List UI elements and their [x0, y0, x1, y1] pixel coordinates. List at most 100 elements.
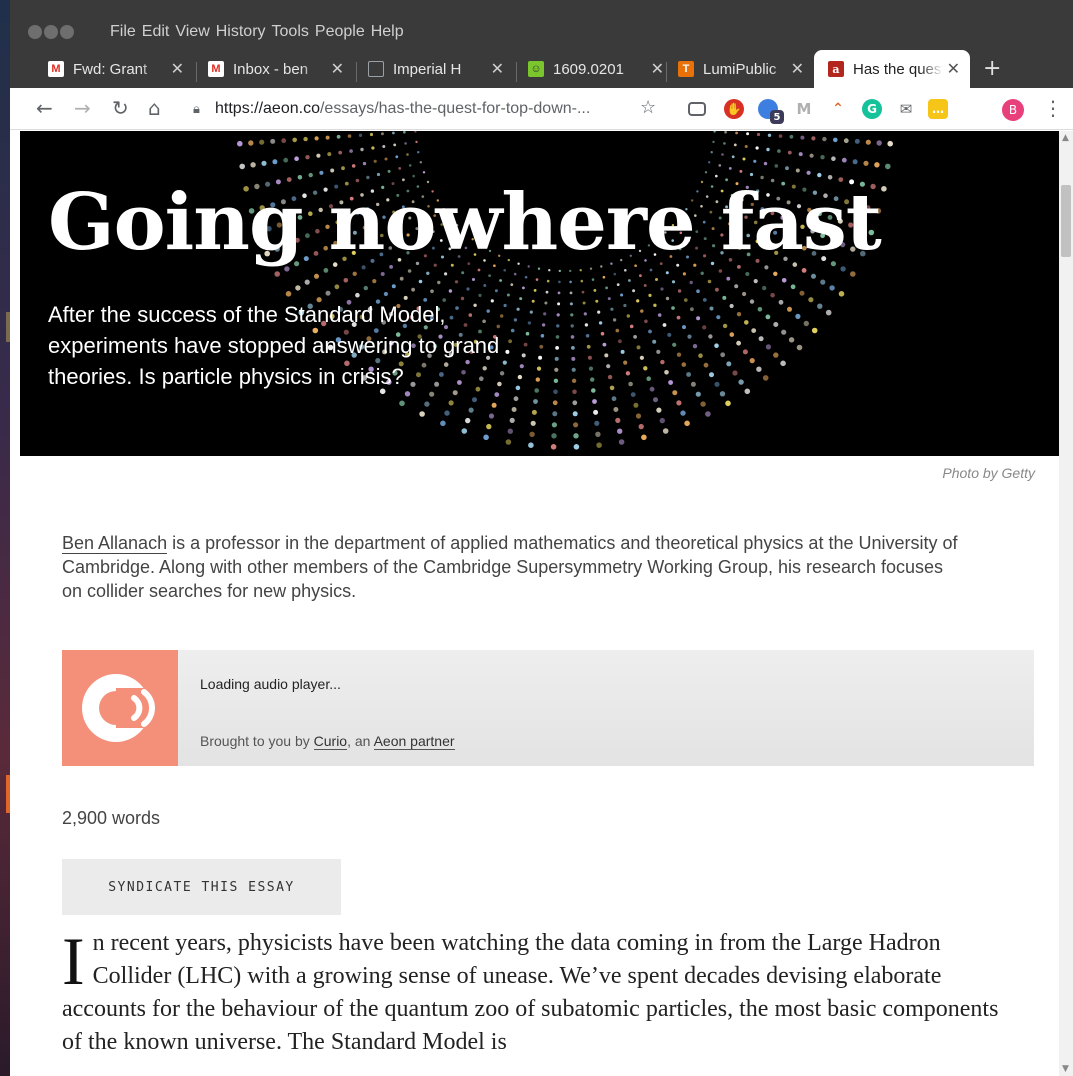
cast-icon[interactable] — [688, 102, 706, 116]
hero-dot — [600, 331, 605, 336]
hero-dot — [550, 444, 557, 450]
tab-aeon-active[interactable]: a Has the quest ✕ — [814, 50, 970, 88]
menu-people[interactable]: People — [315, 21, 365, 43]
hero-dot — [735, 131, 738, 135]
hero-dot — [664, 370, 669, 375]
hero-dot — [729, 303, 734, 309]
menu-file[interactable]: File — [110, 21, 136, 43]
tab-lumipublic[interactable]: T LumiPublic ✕ — [664, 50, 814, 88]
hero-dot — [272, 159, 278, 165]
close-icon[interactable]: ✕ — [171, 59, 184, 79]
hero-dot — [486, 423, 492, 430]
menu-edit[interactable]: Edit — [142, 21, 170, 43]
window-close-button[interactable] — [28, 25, 42, 39]
hero-dot — [573, 444, 580, 450]
adblock-icon[interactable]: ✋ — [724, 99, 744, 119]
reload-icon[interactable]: ↻ — [112, 96, 129, 120]
hero-dot — [742, 291, 747, 297]
scrollbar[interactable]: ▲ ▼ — [1059, 131, 1073, 1076]
hero-dot — [618, 339, 622, 344]
hero-dot — [505, 439, 512, 445]
menu-view[interactable]: View — [175, 21, 209, 43]
hero-dot — [742, 349, 748, 355]
grammarly-icon[interactable]: G — [862, 99, 882, 119]
address-bar[interactable]: 🔒︎ https://aeon.co/essays/has-the-quest-… — [193, 93, 663, 125]
window-maximize-button[interactable] — [60, 25, 74, 39]
hero-dot — [351, 164, 356, 168]
hero-dot — [736, 340, 741, 346]
hero-dot — [440, 420, 446, 427]
aeon-icon: a — [828, 61, 844, 77]
hero-dot — [766, 147, 770, 152]
aeon-partner-link[interactable]: Aeon partner — [373, 733, 455, 750]
window-minimize-button[interactable] — [44, 25, 58, 39]
hero-dot — [659, 417, 665, 424]
tab-inbox[interactable]: M Inbox - ben ✕ — [194, 50, 354, 88]
hero-dot — [874, 162, 880, 168]
curio-link[interactable]: Curio — [313, 733, 348, 750]
hero-dot — [510, 283, 514, 286]
profile-avatar[interactable]: B — [1002, 99, 1024, 121]
close-icon[interactable]: ✕ — [651, 59, 664, 79]
hero-dot — [705, 411, 711, 417]
tab-fwd-grant[interactable]: M Fwd: Grant ✕ — [34, 50, 194, 88]
menu-history[interactable]: History — [216, 21, 266, 43]
scroll-down-icon[interactable]: ▼ — [1062, 1064, 1069, 1074]
close-icon[interactable]: ✕ — [491, 59, 504, 79]
hero-dot — [620, 349, 625, 354]
hero-dot — [530, 420, 536, 426]
hero-dot — [535, 278, 539, 281]
hero-dot — [384, 157, 388, 161]
hero-dot — [448, 400, 454, 406]
tab-imperial[interactable]: Imperial H ✕ — [354, 50, 514, 88]
back-icon[interactable]: ← — [36, 96, 53, 120]
menu-tools[interactable]: Tools — [272, 21, 309, 43]
hero-dot — [726, 361, 732, 367]
tab-title: Imperial H — [393, 60, 462, 78]
hero-dot — [829, 285, 835, 291]
gmail-ext-icon[interactable]: M — [794, 99, 814, 119]
hero-dot — [468, 407, 474, 413]
bookmark-star-icon[interactable]: ☆ — [640, 97, 656, 118]
home-icon[interactable]: ⌂ — [148, 96, 161, 120]
hero-dot — [583, 312, 587, 316]
hero-dot — [777, 149, 781, 153]
new-tab-button[interactable]: + — [983, 56, 1001, 81]
hero-dot — [660, 359, 665, 365]
hero-dot — [610, 307, 614, 311]
tab-title: 1609.0201 — [553, 60, 624, 78]
hero-dot — [773, 322, 779, 327]
hero-dot — [820, 279, 826, 285]
curio-logo-icon[interactable] — [62, 650, 178, 766]
close-icon[interactable]: ✕ — [331, 59, 344, 79]
chart-ext-icon[interactable]: ⌃ — [828, 99, 848, 119]
scroll-thumb[interactable] — [1061, 185, 1071, 257]
hero-dot — [362, 161, 367, 166]
hero-dot — [787, 306, 792, 312]
close-icon[interactable]: ✕ — [791, 59, 804, 79]
hero-dot — [414, 131, 417, 133]
mail-ext-icon[interactable]: ✉ — [896, 99, 916, 119]
close-icon[interactable]: ✕ — [947, 59, 960, 79]
hero-dot — [796, 344, 803, 351]
hero-dot — [305, 155, 310, 160]
notes-ext-icon[interactable]: … — [928, 99, 948, 119]
author-link[interactable]: Ben Allanach — [62, 533, 168, 554]
scroll-up-icon[interactable]: ▲ — [1062, 133, 1069, 143]
hero-dot — [572, 389, 577, 395]
hero-dot — [620, 293, 624, 297]
menu-help[interactable]: Help — [371, 21, 404, 43]
hero-dot — [314, 136, 319, 141]
forward-icon[interactable]: → — [74, 96, 91, 120]
hero-dot — [778, 299, 784, 305]
hero-dot — [570, 313, 574, 317]
tab-arxiv[interactable]: ☺ 1609.0201 ✕ — [514, 50, 674, 88]
syndicate-button[interactable]: SYNDICATE THIS ESSAY — [62, 859, 341, 915]
hero-dot — [707, 279, 712, 284]
hero-dot — [762, 375, 769, 381]
hero-dot — [703, 362, 709, 368]
hero-dot — [546, 279, 550, 283]
hero-dot — [395, 155, 399, 159]
hero-dot — [586, 344, 591, 349]
menu-kebab-icon[interactable]: ⋮ — [1043, 96, 1063, 120]
